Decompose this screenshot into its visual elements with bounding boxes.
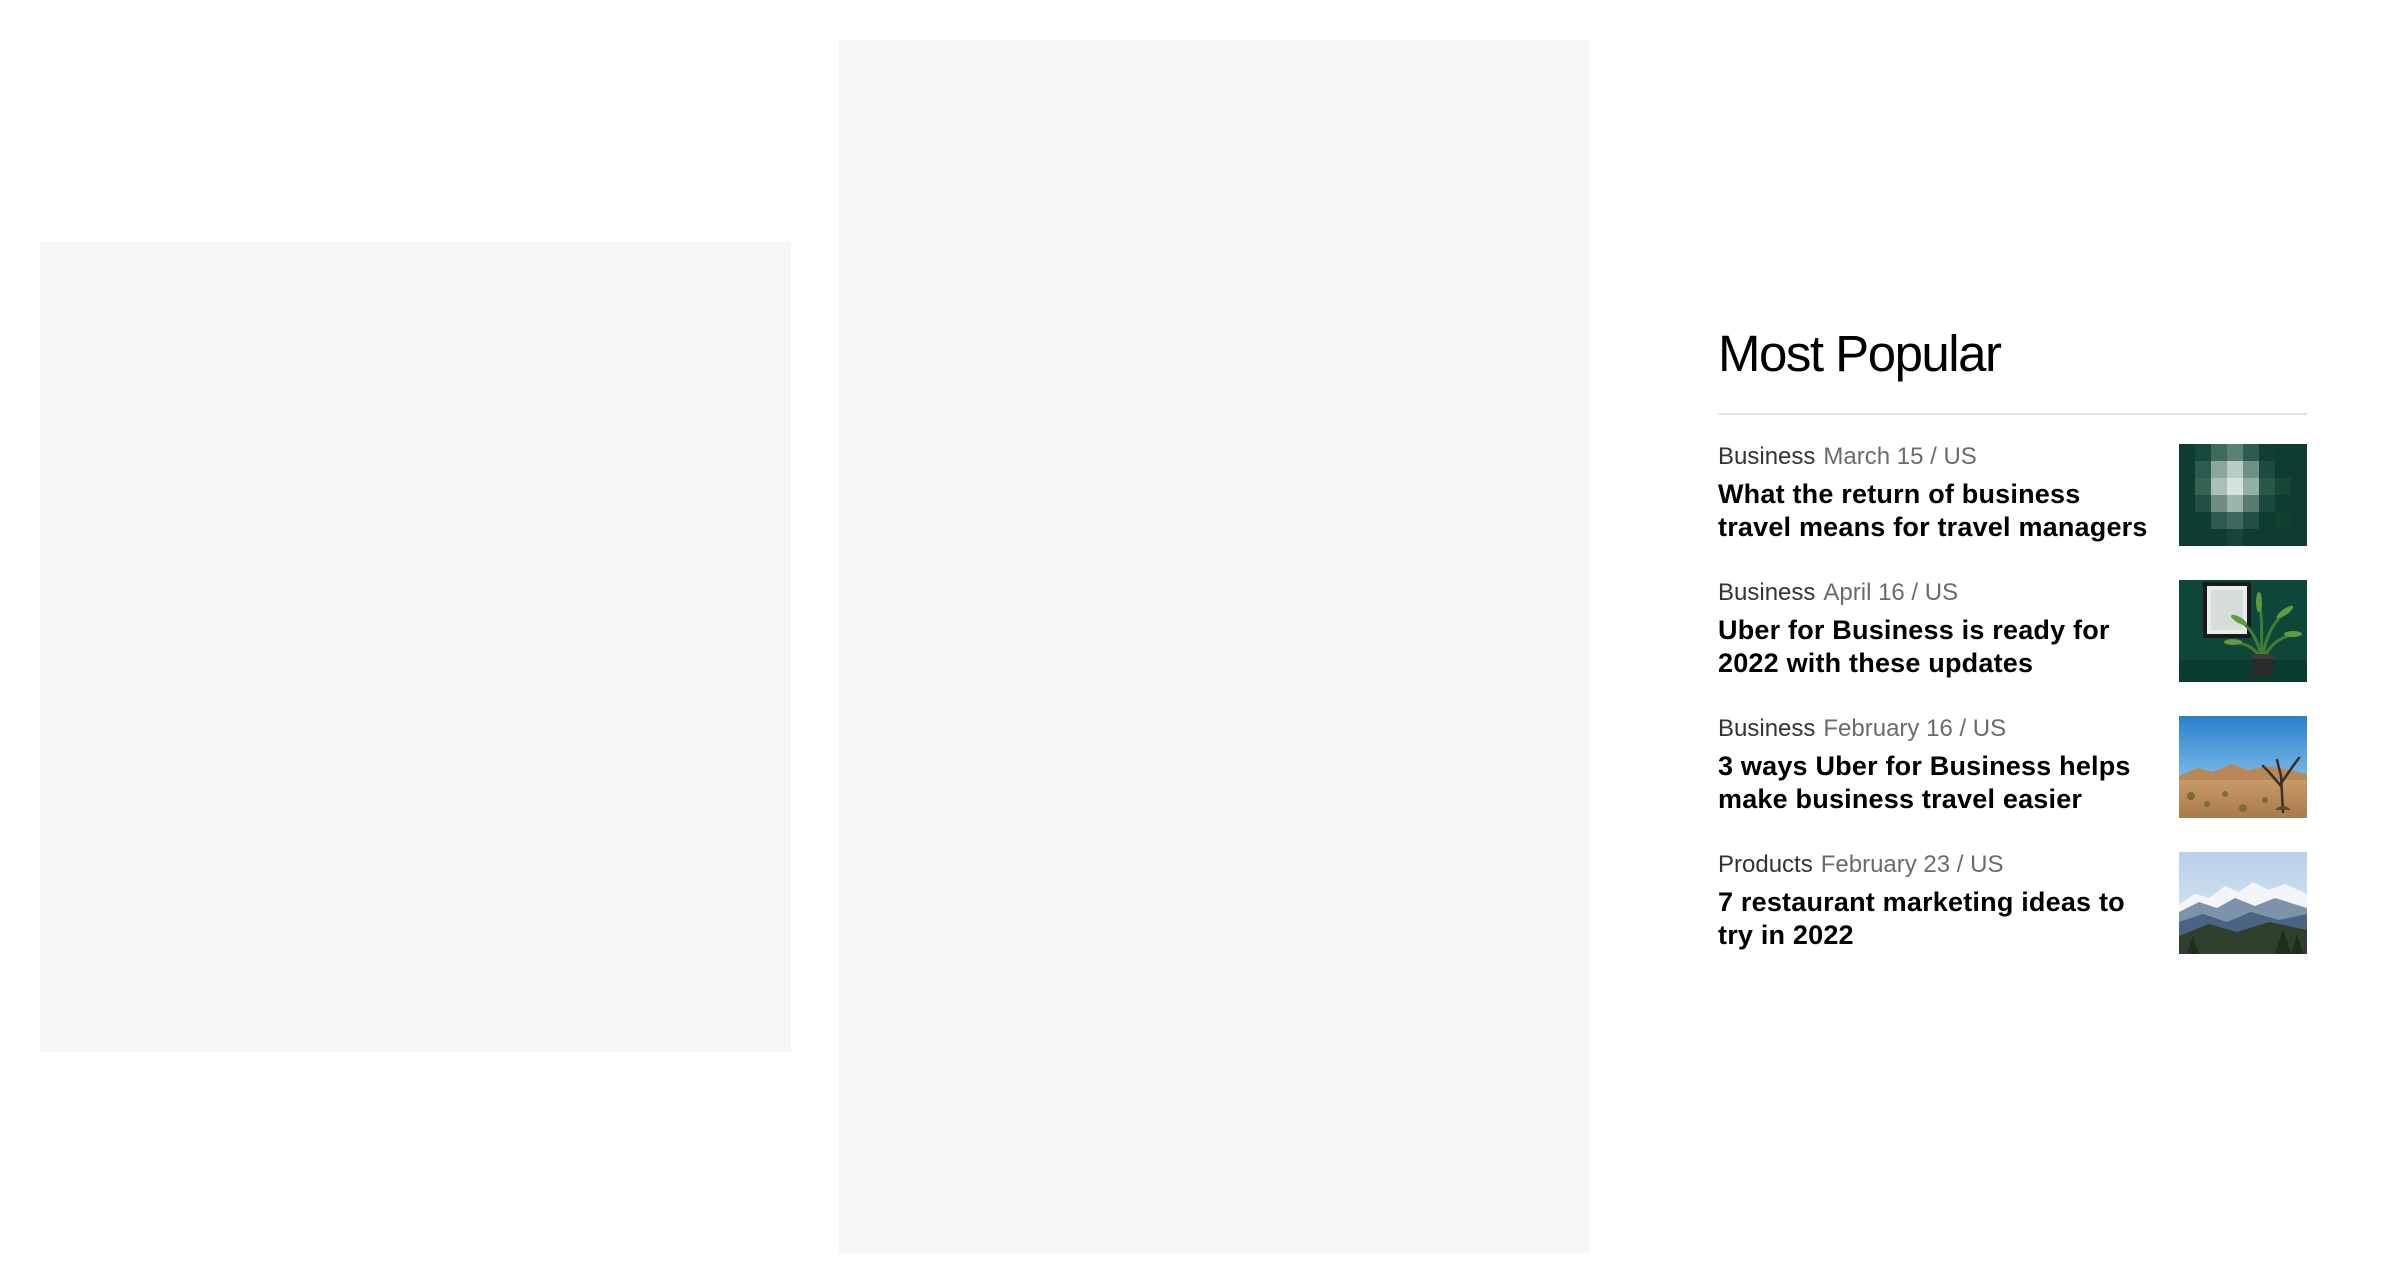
section-divider [1718,413,2307,415]
desert-landscape-image [2179,716,2307,818]
article-meta: Business April 16 / US [1718,578,2158,608]
hero-image-placeholder-left [40,242,791,1052]
potted-plant-green-wall-image [2179,580,2307,682]
desert-landscape-thumbnail[interactable] [2179,716,2307,818]
popular-article-card[interactable]: Business April 16 / US Uber for Business … [1718,578,2307,682]
article-text: Products February 23 / US 7 restaurant ma… [1718,850,2158,952]
popular-article-card[interactable]: Products February 23 / US 7 restaurant ma… [1718,850,2307,954]
article-meta: Business February 16 / US [1718,714,2158,744]
green-abstract-image [2179,444,2307,546]
article-headline[interactable]: Uber for Business is ready for 2022 with… [1718,614,2158,680]
article-category: Business [1718,579,1816,606]
snowy-mountains-thumbnail[interactable] [2179,852,2307,954]
most-popular-section: Most Popular Business March 15 / US What … [1718,318,2307,986]
article-category: Business [1718,715,1816,742]
article-headline[interactable]: 7 restaurant marketing ideas to try in 2… [1718,886,2158,952]
article-headline[interactable]: 3 ways Uber for Business helps make busi… [1718,750,2158,816]
hero-image-placeholder-middle [839,40,1589,1253]
green-abstract-thumbnail[interactable] [2179,444,2307,546]
potted-plant-thumbnail[interactable] [2179,580,2307,682]
article-text: Business April 16 / US Uber for Business … [1718,578,2158,680]
most-popular-heading: Most Popular [1718,325,2002,382]
article-date: February 16 / US [1823,715,2007,742]
article-category: Business [1718,443,1816,470]
article-meta: Products February 23 / US [1718,850,2158,880]
article-category: Products [1718,851,1813,878]
article-date: April 16 / US [1823,579,1959,606]
article-text: Business February 16 / US 3 ways Uber for… [1718,714,2158,816]
article-date: March 15 / US [1823,443,1977,470]
popular-article-card[interactable]: Business March 15 / US What the return of… [1718,442,2307,546]
article-meta: Business March 15 / US [1718,442,2158,472]
article-date: February 23 / US [1820,851,2004,878]
snowy-mountains-image [2179,852,2307,954]
popular-article-card[interactable]: Business February 16 / US 3 ways Uber for… [1718,714,2307,818]
article-headline[interactable]: What the return of business travel means… [1718,478,2158,544]
article-text: Business March 15 / US What the return of… [1718,442,2158,544]
popular-article-list: Business March 15 / US What the return of… [1718,442,2307,954]
